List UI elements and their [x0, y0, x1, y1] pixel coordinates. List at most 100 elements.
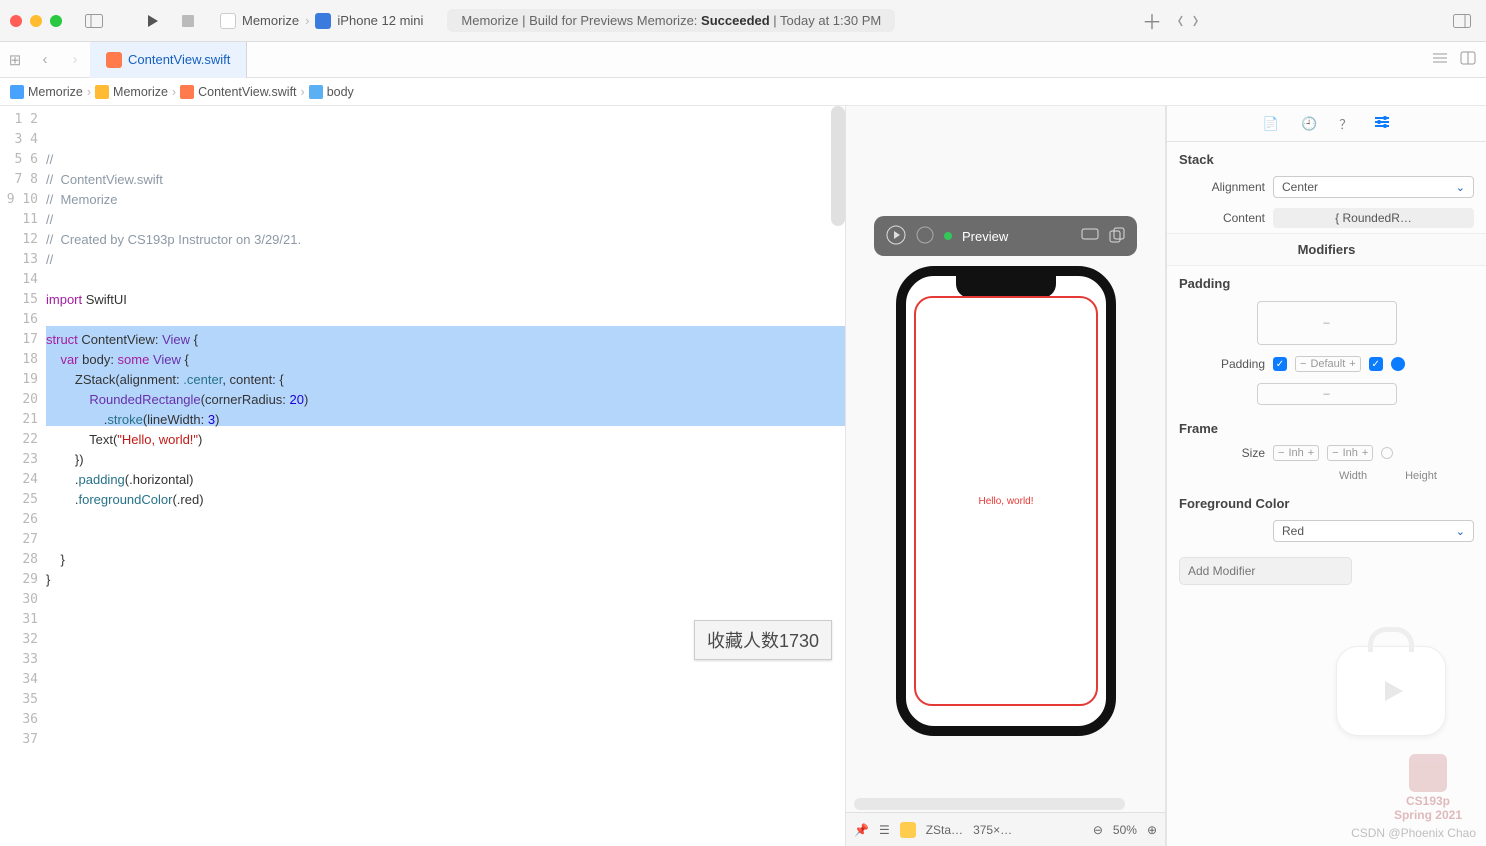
content-value[interactable]: { RoundedR…: [1273, 208, 1474, 228]
library-button[interactable]: [1448, 9, 1476, 33]
padding-diagram[interactable]: –: [1257, 301, 1397, 345]
live-preview-icon[interactable]: [916, 226, 934, 247]
stanford-watermark: CS193p Spring 2021: [1394, 754, 1462, 822]
code-review-button[interactable]: [1174, 9, 1202, 33]
close-window-button[interactable]: [10, 15, 22, 27]
add-button[interactable]: ＋: [1138, 9, 1166, 33]
preview-label: Preview: [962, 229, 1008, 244]
file-inspector-tab-icon[interactable]: 📄: [1263, 116, 1279, 132]
alignment-select[interactable]: Center⌄: [1273, 176, 1474, 198]
chevron-right-icon: ›: [172, 85, 176, 99]
horizontal-scrollbar[interactable]: [854, 798, 1125, 810]
width-stepper[interactable]: −Inh+: [1273, 445, 1319, 461]
editor-options-icon[interactable]: [1432, 51, 1448, 68]
attributes-inspector: 📄 🕘 ？ Stack Alignment Center⌄ Content { …: [1166, 106, 1486, 846]
scheme-app-label: Memorize: [242, 13, 299, 28]
nav-back-button[interactable]: ‹: [30, 51, 60, 68]
inspector-tab-bar: 📄 🕘 ？: [1167, 106, 1486, 142]
help-inspector-tab-icon[interactable]: ？: [1339, 114, 1352, 133]
breadcrumb-file[interactable]: ContentView.swift: [198, 85, 296, 99]
breadcrumb-project[interactable]: Memorize: [28, 85, 83, 99]
folder-icon: [95, 85, 109, 99]
editor-tab-bar: ⊞ ‹ › ContentView.swift: [0, 42, 1486, 78]
chevron-right-icon: ›: [87, 85, 91, 99]
chevron-right-icon: ›: [301, 85, 305, 99]
foreground-color-title: Foreground Color: [1167, 486, 1486, 515]
editor-tab[interactable]: ContentView.swift: [90, 42, 247, 78]
device-notch: [956, 276, 1056, 298]
breadcrumb-folder[interactable]: Memorize: [113, 85, 168, 99]
width-caption: Width: [1324, 470, 1382, 482]
height-caption: Height: [1392, 470, 1450, 482]
run-button[interactable]: [138, 9, 166, 33]
breadcrumb-symbol[interactable]: body: [327, 85, 354, 99]
chevron-updown-icon: ⌄: [1456, 181, 1465, 194]
adjust-editor-icon[interactable]: [1460, 51, 1476, 68]
stanford-logo-icon: [1409, 754, 1447, 792]
build-status-pill[interactable]: Memorize | Build for Previews Memorize: …: [447, 9, 895, 32]
foreground-color-select[interactable]: Red⌄: [1273, 520, 1474, 542]
window-toolbar: Memorize › iPhone 12 mini Memorize | Bui…: [0, 0, 1486, 42]
window-traffic-lights: [10, 15, 62, 27]
frame-section-title: Frame: [1167, 411, 1486, 440]
main-split: 1 2 3 4 5 6 7 8 9 10 11 12 13 14 15 16 1…: [0, 106, 1486, 846]
app-icon: [220, 13, 236, 29]
scheme-device-label: iPhone 12 mini: [337, 13, 423, 28]
modifiers-section-title: Modifiers: [1167, 233, 1486, 266]
add-modifier-input[interactable]: [1179, 557, 1352, 585]
project-icon: [10, 85, 24, 99]
chevron-updown-icon: ⌄: [1456, 525, 1465, 538]
preview-list-icon[interactable]: ☰: [879, 823, 890, 837]
padding-right-checkbox[interactable]: ✓: [1369, 357, 1383, 371]
stop-button[interactable]: [174, 9, 202, 33]
play-icon[interactable]: [886, 225, 906, 248]
related-items-button[interactable]: ⊞: [0, 51, 30, 69]
padding-label: Padding: [1179, 357, 1265, 371]
hello-world-text: Hello, world!: [978, 496, 1033, 507]
toggle-navigator-button[interactable]: [80, 9, 108, 33]
padding-section-title: Padding: [1167, 266, 1486, 295]
code-area[interactable]: // // ContentView.swift // Memorize // /…: [46, 106, 845, 846]
code-editor[interactable]: 1 2 3 4 5 6 7 8 9 10 11 12 13 14 15 16 1…: [0, 106, 846, 846]
stack-section-title: Stack: [1167, 142, 1486, 171]
swift-file-icon: [106, 52, 122, 68]
line-gutter: 1 2 3 4 5 6 7 8 9 10 11 12 13 14 15 16 1…: [0, 106, 46, 846]
padding-left-checkbox[interactable]: ✓: [1273, 357, 1287, 371]
frame-indicator-icon: [1381, 447, 1393, 459]
zoom-window-button[interactable]: [50, 15, 62, 27]
device-frame[interactable]: Hello, world!: [896, 266, 1116, 736]
duplicate-preview-icon[interactable]: [1109, 227, 1125, 246]
video-play-icon[interactable]: [1336, 646, 1446, 736]
preview-file-icon: [900, 822, 916, 838]
pin-icon[interactable]: 📌: [854, 823, 869, 837]
height-stepper[interactable]: −Inh+: [1327, 445, 1373, 461]
device-icon: [315, 13, 331, 29]
attributes-inspector-tab-icon[interactable]: [1374, 115, 1390, 132]
bookmark-count-tooltip: 收藏人数1730: [694, 620, 832, 660]
content-label: Content: [1179, 211, 1265, 225]
jump-bar[interactable]: Memorize › Memorize › ContentView.swift …: [0, 78, 1486, 106]
scheme-selector[interactable]: Memorize › iPhone 12 mini: [210, 11, 433, 31]
padding-value-stepper[interactable]: −Default+: [1295, 356, 1361, 372]
property-icon: [309, 85, 323, 99]
swift-file-icon: [180, 85, 194, 99]
size-label: Size: [1179, 446, 1265, 460]
history-inspector-tab-icon[interactable]: 🕘: [1301, 116, 1317, 132]
preview-name-label[interactable]: ZSta…: [926, 823, 963, 837]
zoom-in-icon[interactable]: ⊕: [1147, 823, 1157, 837]
padding-diagram-bottom[interactable]: –: [1257, 383, 1397, 405]
zoom-out-icon[interactable]: ⊖: [1093, 823, 1103, 837]
zoom-level-label[interactable]: 50%: [1113, 823, 1137, 837]
chevron-right-icon: ›: [305, 13, 309, 28]
csdn-watermark: CSDN @Phoenix Chao: [1351, 826, 1476, 840]
padding-indicator-icon: [1391, 357, 1405, 371]
preview-dims-label: 375×…: [973, 823, 1012, 837]
preview-footer: 📌 ☰ ZSta… 375×… ⊖ 50% ⊕: [846, 812, 1165, 846]
preview-toolbar: Preview: [874, 216, 1137, 256]
tab-filename-label: ContentView.swift: [128, 52, 230, 67]
device-icon[interactable]: [1081, 228, 1099, 245]
status-dot-icon: [944, 232, 952, 240]
minimize-window-button[interactable]: [30, 15, 42, 27]
alignment-label: Alignment: [1179, 180, 1265, 194]
nav-forward-button[interactable]: ›: [60, 51, 90, 68]
